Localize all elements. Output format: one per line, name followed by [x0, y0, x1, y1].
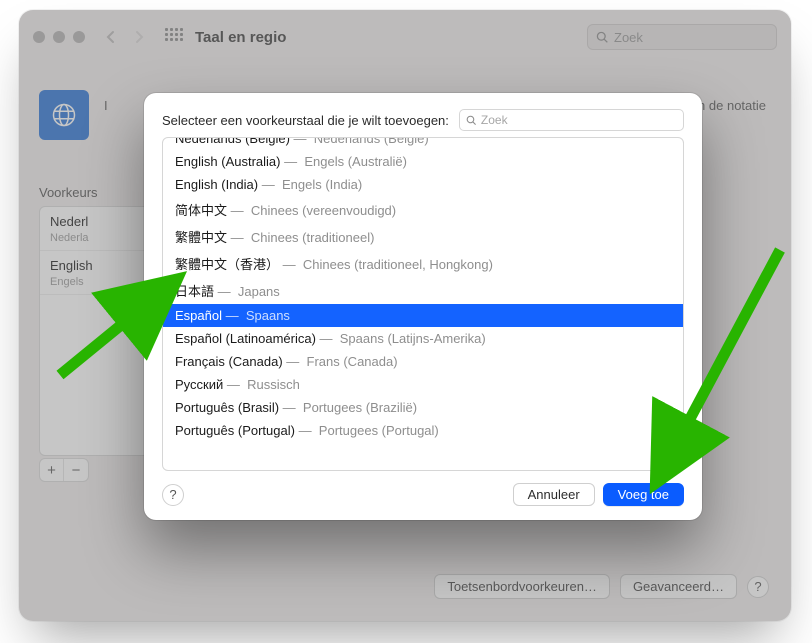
language-native: 日本語 [175, 284, 214, 299]
language-desc: — Spaans (Latijns-Amerika) [320, 331, 486, 346]
language-desc: — Japans [218, 284, 280, 299]
language-native: 繁體中文 [175, 230, 227, 245]
language-native: Português (Brasil) [175, 400, 279, 415]
language-native: Français (Canada) [175, 354, 283, 369]
language-row[interactable]: English (Australia) — Engels (Australië) [163, 150, 683, 173]
language-desc: — Chinees (traditioneel) [231, 230, 375, 245]
language-desc: — Portugees (Portugal) [299, 423, 439, 438]
language-row[interactable]: Português (Portugal) — Portugees (Portug… [163, 419, 683, 442]
language-desc: — Frans (Canada) [286, 354, 397, 369]
language-row[interactable]: 日本語 — Japans [163, 277, 683, 304]
language-native: English (Australia) [175, 154, 281, 169]
sheet-search[interactable]: Zoek [459, 109, 684, 131]
language-native: Español [175, 308, 222, 323]
language-desc: — Chinees (vereenvoudigd) [231, 203, 396, 218]
sheet-prompt: Selecteer een voorkeurstaal die je wilt … [162, 113, 449, 128]
language-native: Español (Latinoamérica) [175, 331, 316, 346]
add-button[interactable]: Voeg toe [603, 483, 684, 506]
language-list[interactable]: Nederlands (België) — Nederlands (België… [162, 137, 684, 471]
add-language-sheet: Selecteer een voorkeurstaal die je wilt … [144, 93, 702, 520]
preferences-window: Taal en regio Zoek I n de notatie Voorke… [19, 10, 791, 621]
cancel-button[interactable]: Annuleer [513, 483, 595, 506]
language-desc: — Spaans [226, 308, 290, 323]
language-row[interactable]: 繁體中文 — Chinees (traditioneel) [163, 223, 683, 250]
language-row[interactable]: Русский — Russisch [163, 373, 683, 396]
search-icon [466, 115, 477, 126]
language-desc: — Engels (India) [262, 177, 362, 192]
language-row[interactable]: Português (Brasil) — Portugees (Brazilië… [163, 396, 683, 419]
language-row[interactable]: English (India) — Engels (India) [163, 173, 683, 196]
language-native: Русский [175, 377, 223, 392]
language-desc: — Portugees (Brazilië) [283, 400, 417, 415]
language-native: Nederlands (België) [175, 138, 290, 146]
sheet-search-placeholder: Zoek [481, 113, 508, 127]
language-native: English (India) [175, 177, 258, 192]
language-desc: — Chinees (traditioneel, Hongkong) [283, 257, 493, 272]
language-row[interactable]: Nederlands (België) — Nederlands (België… [163, 138, 683, 150]
language-desc: — Russisch [227, 377, 300, 392]
language-row[interactable]: 简体中文 — Chinees (vereenvoudigd) [163, 196, 683, 223]
language-desc: — Engels (Australië) [284, 154, 407, 169]
language-native: 繁體中文（香港） [175, 257, 279, 272]
language-row[interactable]: Español (Latinoamérica) — Spaans (Latijn… [163, 327, 683, 350]
sheet-help-button[interactable]: ? [162, 484, 184, 506]
language-native: Português (Portugal) [175, 423, 295, 438]
language-row[interactable]: Español — Spaans [163, 304, 683, 327]
language-row[interactable]: 繁體中文（香港） — Chinees (traditioneel, Hongko… [163, 250, 683, 277]
language-native: 简体中文 [175, 203, 227, 218]
language-row[interactable]: Français (Canada) — Frans (Canada) [163, 350, 683, 373]
language-desc: — Nederlands (België) [294, 138, 429, 146]
